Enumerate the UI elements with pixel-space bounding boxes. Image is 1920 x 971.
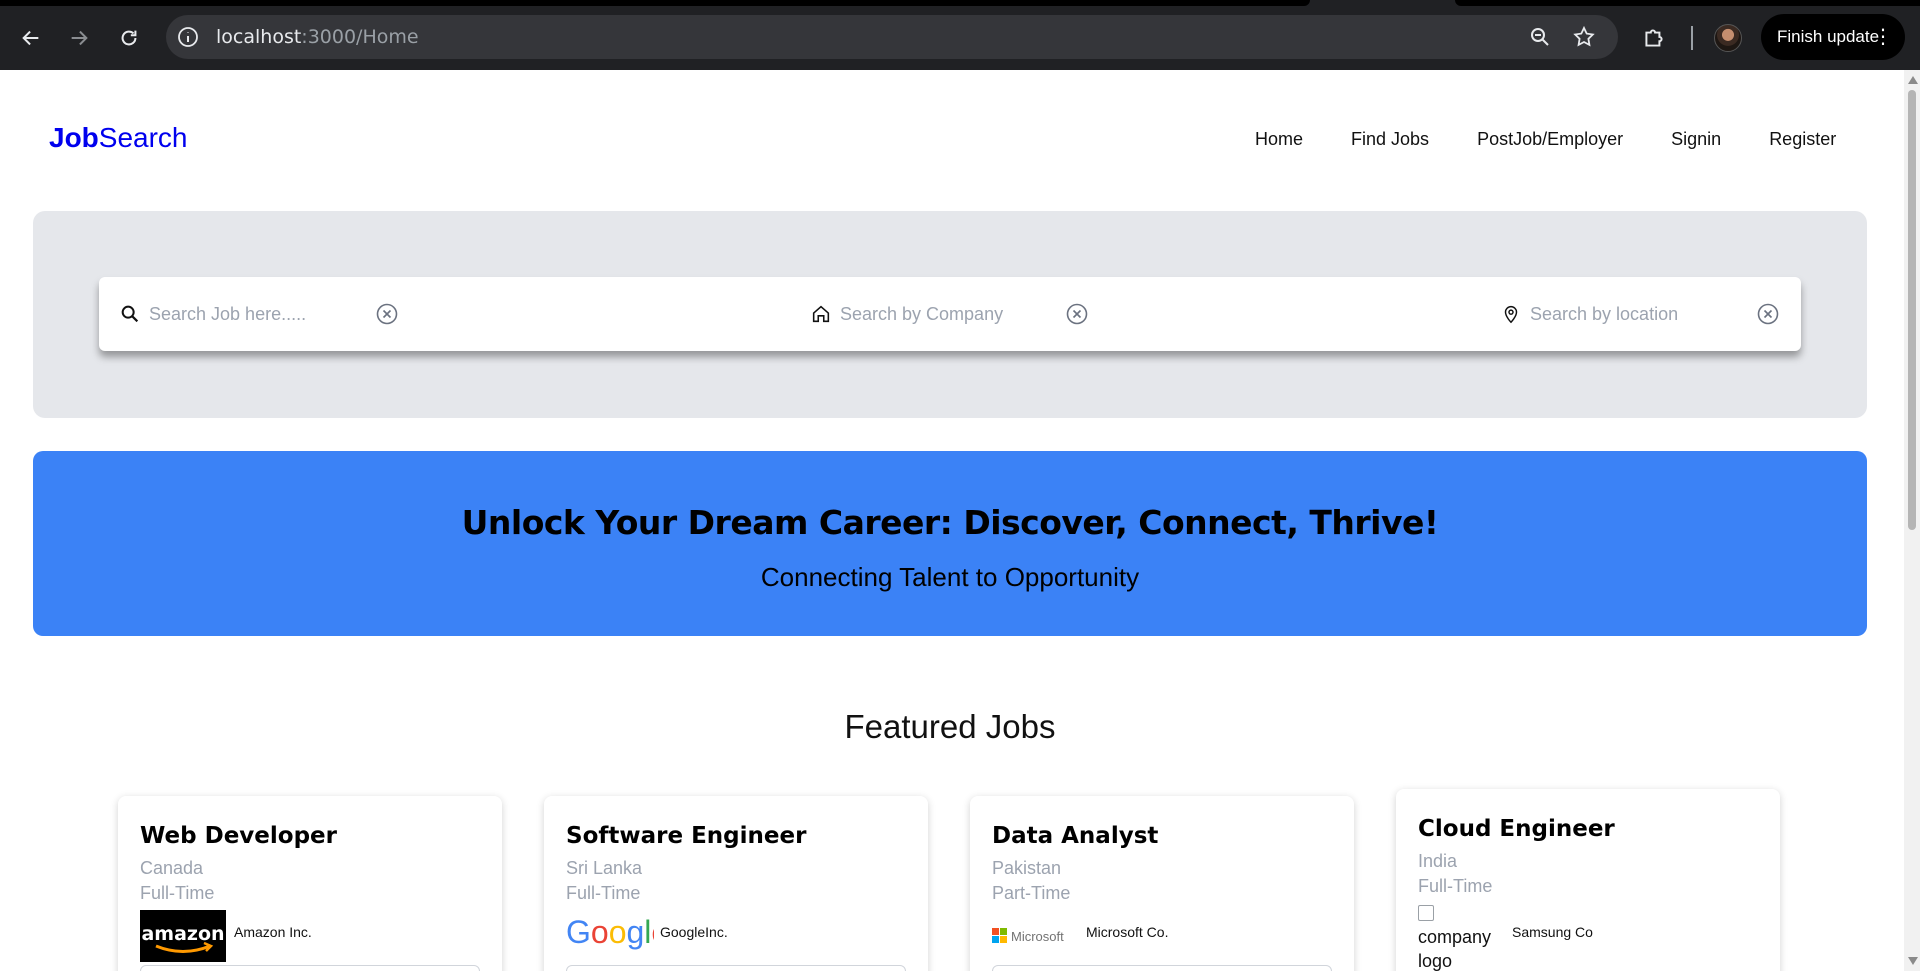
scroll-thumb[interactable] — [1908, 90, 1916, 530]
google-logo: Google — [566, 912, 669, 957]
job-type: Part-Time — [992, 883, 1071, 903]
page-scrollbar[interactable] — [1904, 70, 1920, 971]
broken-image-icon — [1418, 905, 1434, 921]
job-title: Data Analyst — [992, 823, 1159, 849]
back-button[interactable] — [15, 22, 47, 54]
finish-update-button[interactable]: Finish update ⋮ — [1761, 14, 1905, 60]
search-bar — [99, 277, 1801, 351]
reload-icon — [121, 30, 137, 46]
apply-button[interactable] — [140, 965, 480, 971]
job-type: Full-Time — [1418, 876, 1493, 896]
nav-signin[interactable]: Signin — [1671, 129, 1721, 150]
job-type: Full-Time — [566, 883, 641, 903]
profile-avatar[interactable] — [1714, 24, 1742, 52]
clear-company-search-icon[interactable] — [1065, 302, 1089, 326]
zoom-icon[interactable] — [1528, 25, 1552, 49]
job-search-field — [119, 277, 369, 351]
job-card[interactable]: Cloud Engineer India Full-Time company l… — [1396, 789, 1780, 971]
microsoft-logo: Microsoft — [992, 926, 1076, 951]
page-content: JobSearch Home Find Jobs PostJob/Employe… — [0, 70, 1904, 971]
scroll-up-arrow-icon[interactable] — [1908, 76, 1918, 84]
site-logo[interactable]: JobSearch — [49, 122, 188, 154]
site-info-icon[interactable] — [176, 25, 200, 49]
featured-jobs-heading: Featured Jobs — [844, 708, 1056, 745]
company-name: GoogleInc. — [660, 924, 728, 940]
svg-text:Google: Google — [566, 914, 654, 950]
nav-home[interactable]: Home — [1255, 129, 1303, 150]
job-search-input[interactable] — [149, 303, 369, 325]
company-search-input[interactable] — [840, 303, 1060, 325]
clear-location-search-icon[interactable] — [1756, 302, 1780, 326]
bookmark-star-icon[interactable] — [1572, 25, 1596, 49]
location-search-field — [1500, 277, 1750, 351]
apply-button[interactable] — [992, 965, 1332, 971]
clear-job-search-icon[interactable] — [375, 302, 399, 326]
job-location: Pakistan — [992, 858, 1062, 878]
browser-toolbar: localhost:3000/Home Finish update ⋮ — [0, 0, 1920, 70]
amazon-logo: amazon — [140, 910, 226, 967]
company-name: Microsoft Co. — [1086, 924, 1169, 940]
job-location: Sri Lanka — [566, 858, 643, 878]
kebab-menu-icon[interactable]: ⋮ — [1873, 26, 1893, 48]
search-panel — [33, 211, 1867, 418]
hero-banner: Unlock Your Dream Career: Discover, Conn… — [33, 451, 1867, 636]
nav-register[interactable]: Register — [1769, 129, 1836, 150]
job-type: Full-Time — [140, 883, 215, 903]
job-card[interactable]: Data Analyst Pakistan Part-Time Microsof… — [970, 796, 1354, 971]
forward-button[interactable] — [63, 22, 95, 54]
company-name: Amazon Inc. — [234, 924, 312, 940]
tab-strip — [0, 0, 1920, 6]
apply-button[interactable] — [566, 965, 906, 971]
arrow-left-icon — [22, 30, 39, 46]
company-search-field — [810, 277, 1060, 351]
extensions-puzzle-icon[interactable] — [1641, 25, 1667, 51]
svg-text:amazon: amazon — [141, 923, 224, 945]
location-search-input[interactable] — [1530, 303, 1750, 325]
search-icon — [121, 305, 139, 323]
job-title: Software Engineer — [566, 823, 807, 849]
scroll-down-arrow-icon[interactable] — [1908, 957, 1918, 965]
finish-update-label: Finish update — [1777, 27, 1880, 46]
job-location: Canada — [140, 858, 204, 878]
logo-alt-text: company logo — [1418, 927, 1492, 971]
nav-post-job[interactable]: PostJob/Employer — [1477, 129, 1623, 150]
job-location: India — [1418, 851, 1458, 871]
job-card[interactable]: Web Developer Canada Full-Time amazon Am… — [118, 796, 502, 971]
hero-headline: Unlock Your Dream Career: Discover, Conn… — [461, 503, 1439, 542]
job-title: Cloud Engineer — [1418, 816, 1615, 842]
logo-bold-text: Job — [49, 122, 99, 153]
location-pin-icon — [1504, 306, 1518, 324]
broken-image-logo: company logo — [1418, 901, 1508, 971]
url-text: localhost:3000/Home — [216, 26, 419, 48]
logo-rest-text: Search — [98, 122, 188, 153]
company-name: Samsung Co — [1512, 924, 1593, 940]
nav-find-jobs[interactable]: Find Jobs — [1351, 129, 1429, 150]
hero-subheadline: Connecting Talent to Opportunity — [760, 562, 1140, 592]
job-title: Web Developer — [140, 823, 337, 849]
main-nav: Home Find Jobs PostJob/Employer Signin R… — [1255, 129, 1884, 150]
reload-button[interactable] — [113, 22, 145, 54]
arrow-right-icon — [71, 30, 88, 46]
svg-text:Microsoft: Microsoft — [1011, 929, 1064, 944]
toolbar-divider — [1691, 26, 1693, 50]
job-card[interactable]: Software Engineer Sri Lanka Full-Time Go… — [544, 796, 928, 971]
address-bar[interactable]: localhost:3000/Home — [166, 15, 1618, 59]
home-icon — [812, 305, 830, 323]
